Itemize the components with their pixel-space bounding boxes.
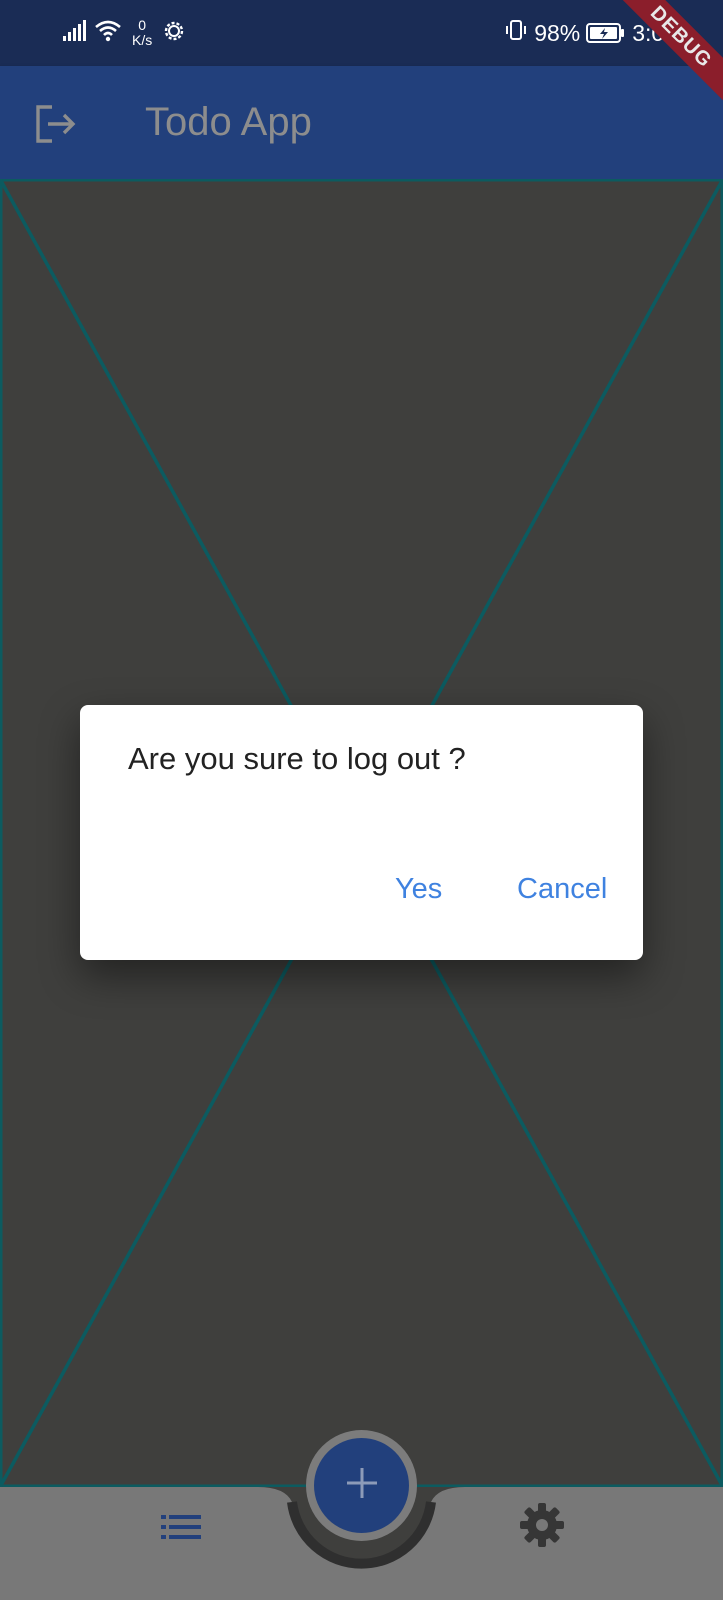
dialog-message: Are you sure to log out ? <box>128 741 466 776</box>
system-gear-icon <box>162 19 186 48</box>
signal-icon <box>62 19 88 47</box>
wifi-icon <box>94 19 122 48</box>
fab-circle <box>314 1438 409 1533</box>
battery-icon <box>586 22 626 44</box>
battery-percent: 98% <box>534 19 581 46</box>
page-title: Todo App <box>145 100 312 144</box>
plus-icon <box>345 1466 379 1505</box>
add-todo-button[interactable] <box>306 1430 417 1541</box>
net-speed: 0 K/s <box>132 18 152 48</box>
logout-dialog: Are you sure to log out ? Yes Cancel <box>80 705 643 960</box>
yes-button[interactable]: Yes <box>395 873 442 906</box>
logout-icon[interactable] <box>32 101 78 147</box>
status-left-group: 0 K/s <box>62 0 186 66</box>
net-speed-unit: K/s <box>132 32 153 48</box>
settings-icon[interactable] <box>518 1501 566 1549</box>
status-bar: 0 K/s 98% 3:02 <box>0 0 723 66</box>
cancel-button[interactable]: Cancel <box>517 873 607 906</box>
list-icon[interactable] <box>157 1503 205 1551</box>
net-speed-value: 0 <box>138 17 147 33</box>
vibrate-icon <box>504 18 528 48</box>
app-bar: Todo App <box>0 66 723 179</box>
